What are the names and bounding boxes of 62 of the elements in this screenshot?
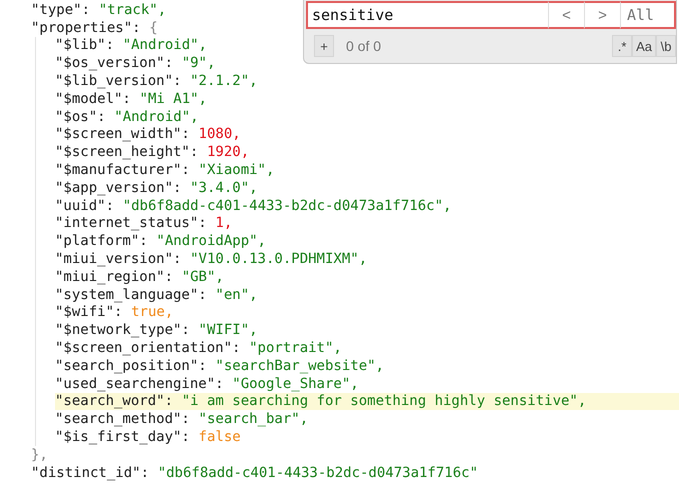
json-key: "$manufacturer": [55,162,190,178]
json-value: "db6f8add-c401-4433-b2dc-d0473a1f716c" [158,464,478,481]
json-key: "miui_version": [55,251,182,268]
json-key: "$os_version": [55,55,174,72]
json-value: "portrait", [249,340,342,356]
json-value: "GB", [182,268,224,285]
json-key: "$os": [55,108,106,125]
json-value: "i am searching for something highly sensitive", [182,393,586,410]
json-value: 1920, [206,144,250,160]
close-brace: }, [31,446,48,463]
json-value: "track", [98,2,166,18]
previous-match-button[interactable]: < [548,1,584,29]
json-value: "en", [215,286,258,303]
search-option-toggle[interactable]: Aa [632,35,656,57]
json-key: "search_word": [55,393,174,410]
json-key: "search_method": [55,411,190,428]
json-key: "distinct_id": [31,464,150,481]
search-field[interactable]: sensitive [306,1,548,29]
json-value: "3.4.0", [190,180,258,196]
json-key: "miui_region": [55,268,174,285]
json-key: "platform": [55,233,148,250]
json-key: "$network_type": [55,322,190,338]
json-value: 1080, [198,126,241,142]
open-brace: { [149,20,158,36]
json-key: "$model": [55,90,131,107]
json-key: "properties": [31,20,141,36]
json-value: "Xiaomi", [198,162,274,178]
json-key: "type": [31,2,90,18]
json-key: "system_language": [55,286,207,303]
json-value: "2.1.2", [190,73,258,90]
next-match-button[interactable]: > [584,1,620,29]
json-value: "Android", [114,108,199,125]
json-key: "$is_first_day": [55,429,190,446]
json-key: "$screen_height": [55,144,198,160]
json-value: "9", [182,55,216,72]
json-value: "WIFI", [198,322,258,338]
search-option-toggle[interactable]: \b [656,35,676,57]
json-key: "internet_status": [55,215,207,232]
json-value: "AndroidApp", [156,233,266,250]
json-value: "V10.0.13.0.PDHMIXM", [190,251,368,268]
json-key: "$screen_orientation": [55,340,240,356]
json-key: "$wifi": [55,304,122,320]
json-key: "$app_version": [55,180,182,196]
search-option-toggle[interactable]: .* [612,35,632,57]
find-all-button[interactable]: All [620,1,676,29]
json-value: 1, [215,215,232,232]
json-key: "search_position": [55,358,207,374]
json-value: "Mi A1", [140,90,207,107]
json-key: "$lib_version": [55,73,182,90]
json-value: "searchBar_website", [215,358,384,374]
json-value: "Android", [122,37,207,54]
json-value: "db6f8add-c401-4433-b2dc-d0473a1f716c", [122,198,452,214]
json-value: "search_bar", [198,411,308,428]
json-key: "used_searchengine": [55,376,224,392]
match-count: 0 of 0 [346,38,382,54]
json-value: true, [131,304,174,320]
json-key: "uuid": [55,198,114,214]
json-value: "Google_Share", [232,376,359,392]
json-value: false [198,429,241,446]
add-button[interactable]: + [314,35,334,57]
json-key: "$screen_width": [55,126,190,142]
json-key: "$lib": [55,37,114,54]
